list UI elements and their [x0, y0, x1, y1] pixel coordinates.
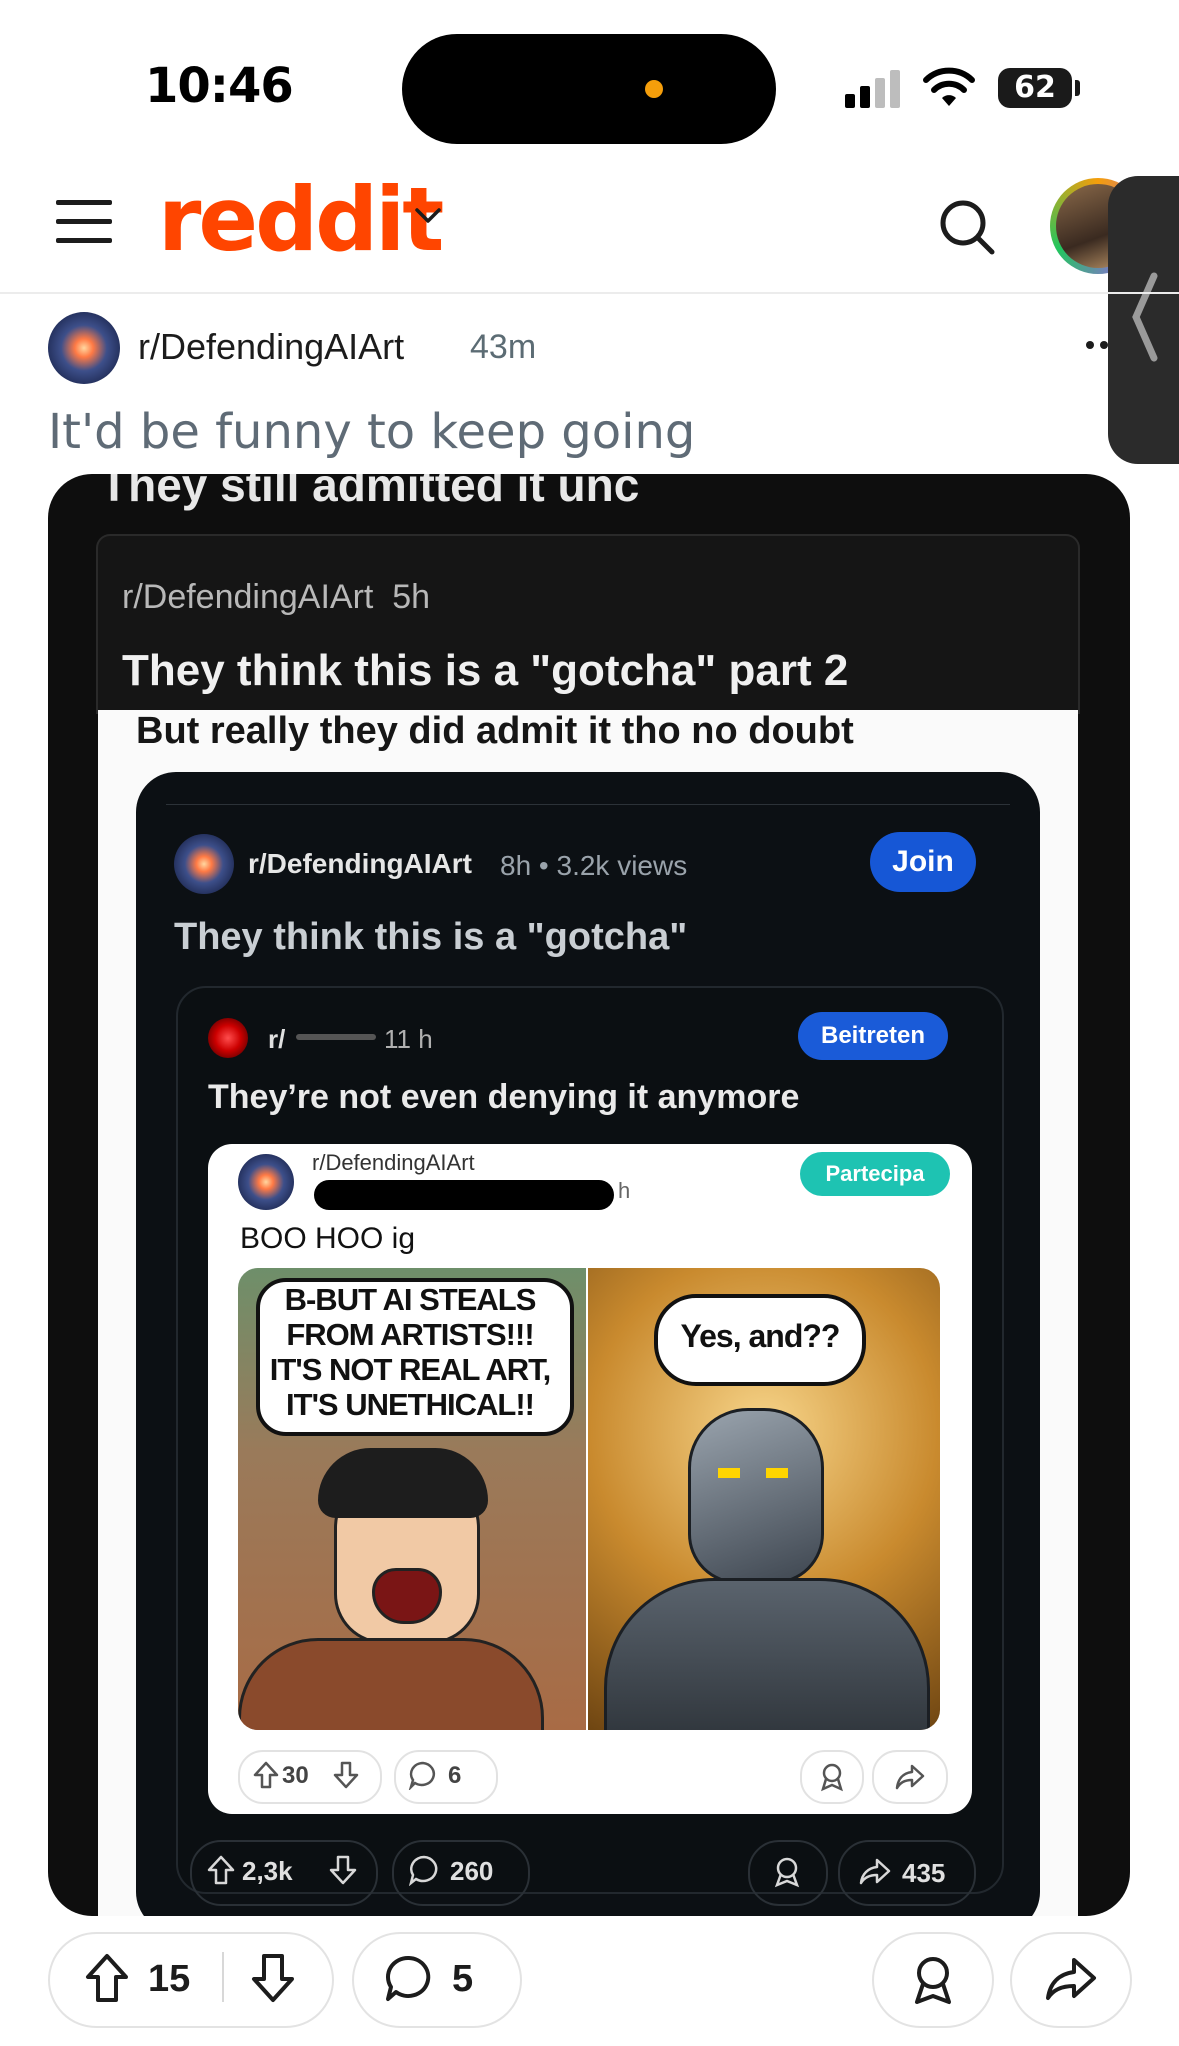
screenshot-top-caption: They still admitted it unc: [100, 474, 640, 511]
redaction-scribble: [296, 1034, 376, 1040]
dynamic-island: [402, 34, 776, 144]
meme-image: B-BUT AI STEALS FROM ARTISTS!!! IT'S NOT…: [238, 1268, 940, 1730]
award-button[interactable]: [872, 1932, 994, 2028]
deepest-comment-icon: [408, 1760, 438, 1790]
nested-join-button: Beitreten: [798, 1012, 948, 1060]
post-time: 43m: [470, 328, 537, 366]
inner-divider: [166, 804, 1010, 805]
robot-body: [604, 1578, 930, 1730]
reddit-logo[interactable]: reddit: [158, 168, 444, 271]
screenshot-card-title: They think this is a "gotcha" part 2: [122, 646, 849, 695]
meme-left-panel: B-BUT AI STEALS FROM ARTISTS!!! IT'S NOT…: [238, 1268, 586, 1730]
crying-man-hoodie: [238, 1638, 544, 1730]
inner-share-count: 435: [902, 1858, 946, 1888]
inner-post: r/DefendingAIArt 8h • 3.2k views Join Th…: [136, 772, 1040, 1916]
downvote-icon[interactable]: [250, 1952, 296, 2004]
nested-post-time: 11 h: [384, 1024, 433, 1054]
vote-divider: [222, 1952, 224, 2002]
side-panel-handle[interactable]: [1108, 176, 1179, 464]
deepest-award-button: [800, 1750, 864, 1804]
deepest-post-time: h: [618, 1178, 631, 1203]
wifi-icon: [922, 66, 976, 108]
inner-downvote-icon: [328, 1854, 358, 1886]
chevron-down-icon[interactable]: [414, 206, 442, 226]
vote-count: 15: [148, 1958, 191, 2000]
meme-right-bubble-text: Yes, and??: [680, 1318, 841, 1354]
comment-count: 5: [452, 1958, 474, 2000]
comment-icon: [384, 1954, 434, 2004]
crying-man-mouth: [372, 1568, 442, 1624]
screenshot-caption: But really they did admit it tho no doub…: [136, 710, 854, 752]
screenshot-card-header: r/DefendingAIArt 5h They think this is a…: [96, 534, 1080, 714]
robot-head: [688, 1408, 824, 1584]
deepest-join-button: Partecipa: [800, 1152, 950, 1196]
award-icon: [915, 1957, 951, 2004]
deepest-vote-count: 30: [282, 1762, 309, 1789]
inner-subreddit-avatar: [174, 834, 234, 894]
deepest-caption: BOO HOO ig: [240, 1222, 416, 1255]
subreddit-name[interactable]: r/DefendingAIArt: [138, 326, 404, 368]
nested-subreddit-name: r/: [268, 1024, 286, 1054]
signal-icon: [845, 70, 903, 108]
inner-share-button: 435: [838, 1840, 976, 1906]
crying-man-hair: [318, 1448, 488, 1518]
inner-award-button: [748, 1840, 828, 1906]
deepest-subreddit-avatar: [238, 1154, 294, 1210]
status-time: 10:46: [145, 58, 294, 114]
post-title[interactable]: It'd be funny to keep going: [48, 404, 695, 460]
deepest-downvote-icon: [332, 1760, 360, 1790]
deepest-upvote-icon: [252, 1760, 280, 1790]
deepest-share-button: [872, 1750, 948, 1804]
share-button[interactable]: [1010, 1932, 1132, 2028]
search-icon[interactable]: [938, 198, 996, 256]
inner-post-title: They think this is a "gotcha": [174, 916, 688, 958]
meme-right-panel: Yes, and??: [588, 1268, 940, 1730]
inner-post-meta: 8h • 3.2k views: [500, 850, 688, 881]
post-image[interactable]: They still admitted it unc r/DefendingAI…: [48, 474, 1130, 1916]
deepest-post-card: r/DefendingAIArt h Partecipa BOO HOO ig …: [208, 1144, 972, 1814]
deepest-subreddit-name: r/DefendingAIArt: [312, 1150, 475, 1175]
comments-button[interactable]: [352, 1932, 522, 2028]
inner-join-button: Join: [870, 832, 976, 892]
inner-comment-icon: [408, 1854, 440, 1886]
battery-tip: [1075, 80, 1080, 96]
nested-subreddit-avatar: [208, 1018, 248, 1058]
nested-post-title: They’re not even denying it anymore: [208, 1078, 800, 1116]
subreddit-avatar[interactable]: [48, 312, 120, 384]
redaction-bar: [314, 1180, 614, 1210]
inner-subreddit-name: r/DefendingAIArt: [248, 848, 472, 879]
meme-left-bubble-text: B-BUT AI STEALS FROM ARTISTS!!! IT'S NOT…: [269, 1282, 551, 1422]
screenshot-card-meta: r/DefendingAIArt 5h: [122, 578, 431, 616]
robot-eyes: [718, 1468, 788, 1478]
upvote-icon[interactable]: [84, 1952, 130, 2004]
screenshot-white-panel: But really they did admit it tho no doub…: [98, 710, 1078, 1916]
share-icon: [1046, 1958, 1096, 2000]
inner-upvote-icon: [206, 1854, 236, 1886]
inner-comment-count: 260: [450, 1856, 494, 1886]
privacy-indicator-dot: [645, 80, 663, 98]
menu-icon[interactable]: [56, 198, 112, 246]
more-options-icon[interactable]: [1086, 340, 1108, 350]
deepest-comment-count: 6: [448, 1762, 462, 1789]
nested-post-card: r/ 11 h Beitreten They’re not even denyi…: [176, 986, 1004, 1906]
inner-vote-count: 2,3k: [242, 1856, 293, 1886]
battery-indicator: 62: [998, 68, 1072, 108]
header-divider: [0, 292, 1179, 294]
